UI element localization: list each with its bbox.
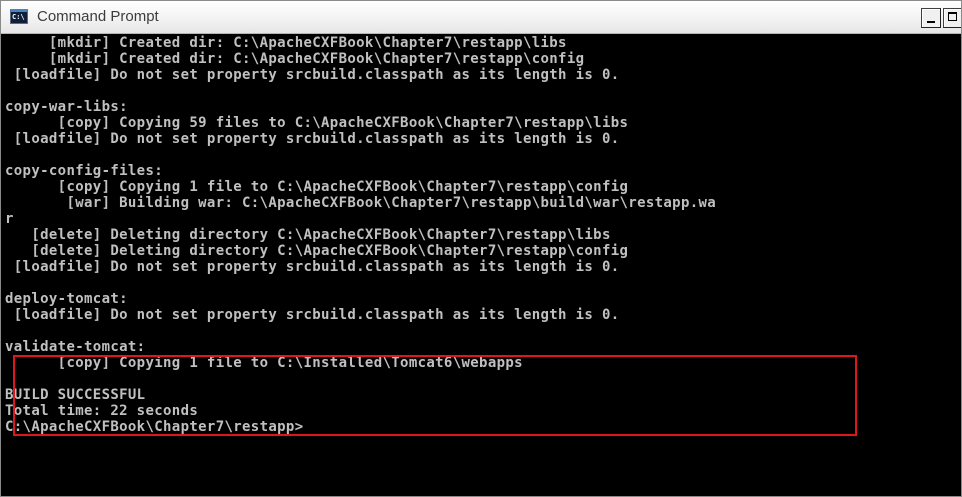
- console-line: [mkdir] Created dir: C:\ApacheCXFBook\Ch…: [5, 51, 585, 67]
- window-controls: [919, 8, 961, 28]
- console-line: [delete] Deleting directory C:\ApacheCXF…: [5, 243, 629, 259]
- console-line: [loadfile] Do not set property srcbuild.…: [5, 259, 620, 275]
- console-line: validate-tomcat:: [5, 339, 146, 355]
- console-line: copy-config-files:: [5, 163, 164, 179]
- console-line: Total time: 22 seconds: [5, 403, 199, 419]
- console-line: [loadfile] Do not set property srcbuild.…: [5, 67, 620, 83]
- console-line: [loadfile] Do not set property srcbuild.…: [5, 131, 620, 147]
- title-bar[interactable]: C:\ Command Prompt: [1, 1, 961, 34]
- console-line: copy-war-libs:: [5, 99, 128, 115]
- console-line: [war] Building war: C:\ApacheCXFBook\Cha…: [5, 195, 717, 211]
- console-line: [mkdir] Created dir: C:\ApacheCXFBook\Ch…: [5, 35, 567, 51]
- console-line: [loadfile] Do not set property srcbuild.…: [5, 307, 620, 323]
- window-title: Command Prompt: [37, 8, 159, 25]
- console-line: C:\ApacheCXFBook\Chapter7\restapp>: [5, 419, 304, 435]
- console-output[interactable]: [mkdir] Created dir: C:\ApacheCXFBook\Ch…: [1, 35, 961, 496]
- console-line: [delete] Deleting directory C:\ApacheCXF…: [5, 227, 611, 243]
- console-line: [copy] Copying 1 file to C:\Installed\To…: [5, 355, 523, 371]
- console-line: [copy] Copying 59 files to C:\ApacheCXFB…: [5, 115, 629, 131]
- command-prompt-window: C:\ Command Prompt [mkdir] Created dir: …: [0, 0, 962, 497]
- console-line: deploy-tomcat:: [5, 291, 128, 307]
- console-line: [copy] Copying 1 file to C:\ApacheCXFBoo…: [5, 179, 629, 195]
- console-line: BUILD SUCCESSFUL: [5, 387, 146, 403]
- console-line: r: [5, 211, 14, 227]
- cmd-console-icon[interactable]: C:\: [10, 9, 28, 24]
- minimize-button[interactable]: [921, 8, 941, 28]
- maximize-button[interactable]: [943, 8, 961, 28]
